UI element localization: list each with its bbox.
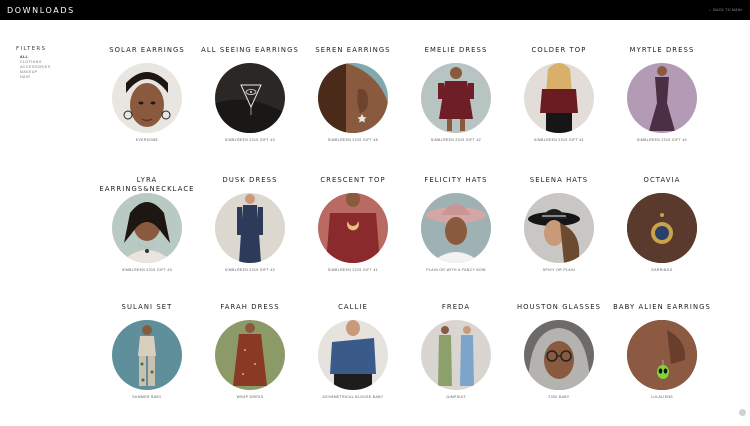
- card-title[interactable]: SELENA HATS: [507, 176, 611, 193]
- download-card-dusk-dress[interactable]: DUSK DRESS SIMBLREEN 2019 GIFT #2: [198, 176, 302, 273]
- download-card-farah-dress[interactable]: FARAH DRESS WRAP DRESS: [198, 303, 302, 400]
- card-thumbnail[interactable]: [524, 320, 594, 390]
- card-subtitle: SIMBLREEN 2019 GIFT #2: [224, 268, 276, 272]
- card-thumbnail[interactable]: [627, 320, 697, 390]
- card-title[interactable]: ALL SEEING EARRINGS: [198, 46, 302, 63]
- download-card-octavia[interactable]: OCTAVIA EARRINGS: [610, 176, 714, 273]
- download-card-crescent-top[interactable]: CRESCENT TOP SIMBLREEN 2019 GIFT #1: [301, 176, 405, 273]
- download-card-houston-glasses[interactable]: HOUSTON GLASSES 2000 BABY: [507, 303, 611, 400]
- card-thumbnail[interactable]: [112, 320, 182, 390]
- card-title[interactable]: DUSK DRESS: [198, 176, 302, 193]
- download-card-myrtle-dress[interactable]: MYRTLE DRESS SIMBLREEN 2019 GIFT #4: [610, 46, 714, 143]
- download-card-all-seeing-earrings[interactable]: ALL SEEING EARRINGS SIMBLREEN 2019 GIFT …: [198, 46, 302, 143]
- downloads-grid: SOLAR EARRINGS EVERSOME ALL SEEING EARRIN…: [95, 46, 722, 399]
- card-title[interactable]: MYRTLE DRESS: [610, 46, 714, 63]
- card-thumbnail[interactable]: [421, 193, 491, 263]
- card-subtitle: SIMBLREEN 2019 GIFT #1: [327, 268, 379, 272]
- card-subtitle: SUMMER BABY: [132, 395, 162, 399]
- card-thumbnail[interactable]: [421, 320, 491, 390]
- card-thumbnail[interactable]: [215, 63, 285, 133]
- card-subtitle: SIMBLREEN 2019 GIFT #3: [121, 268, 173, 272]
- card-title[interactable]: FELICITY HATS: [404, 176, 508, 193]
- download-card-freda[interactable]: FREDA JUMPSUIT: [404, 303, 508, 400]
- card-title[interactable]: BABY ALIEN EARRINGS: [610, 303, 714, 320]
- download-card-callie[interactable]: CALLIE ASYMMETRICAL BLOUSE BABY: [301, 303, 405, 400]
- card-title[interactable]: CRESCENT TOP: [301, 176, 405, 193]
- card-thumbnail[interactable]: [421, 63, 491, 133]
- card-subtitle: JUMPSUIT: [445, 395, 467, 399]
- card-title[interactable]: FARAH DRESS: [198, 303, 302, 320]
- download-card-sulani-set[interactable]: SULANI SET SUMMER BABY: [95, 303, 199, 400]
- card-subtitle: EARRINGS: [651, 268, 673, 272]
- download-card-emelie-dress[interactable]: EMELIE DRESS SIMBLREEN 2019 GIFT #2: [404, 46, 508, 143]
- site-title[interactable]: DOWNLOADS: [7, 6, 75, 15]
- filters-panel: FILTERS ALL CLOTHING ACCESSORIES MAKEUP HAIR: [16, 46, 86, 80]
- top-bar: DOWNLOADS ← BACK TO MAIN: [0, 0, 750, 20]
- back-to-main-link[interactable]: ← BACK TO MAIN: [708, 8, 742, 12]
- card-subtitle: PLAIN OR WITH A FANCY BOW: [426, 268, 486, 272]
- card-title[interactable]: SULANI SET: [95, 303, 199, 320]
- card-subtitle: SIMBLREEN 2019 GIFT #1: [533, 138, 585, 142]
- card-title[interactable]: FREDA: [404, 303, 508, 320]
- card-subtitle: SIMBLREEN 2019 GIFT #4: [636, 138, 688, 142]
- card-thumbnail[interactable]: [215, 320, 285, 390]
- card-subtitle: WRAP DRESS: [236, 395, 264, 399]
- card-title[interactable]: HOUSTON GLASSES: [507, 303, 611, 320]
- chat-icon[interactable]: [739, 409, 746, 416]
- card-thumbnail[interactable]: [318, 193, 388, 263]
- download-card-solar-earrings[interactable]: SOLAR EARRINGS EVERSOME: [95, 46, 199, 143]
- card-subtitle: SPIKY OR PLAIN: [542, 268, 576, 272]
- filters-title: FILTERS: [16, 46, 47, 52]
- card-subtitle: ASYMMETRICAL BLOUSE BABY: [322, 395, 384, 399]
- card-thumbnail[interactable]: [524, 63, 594, 133]
- card-title[interactable]: LYRA EARRINGS&NECKLACE: [95, 176, 199, 193]
- download-card-selena-hats[interactable]: SELENA HATS SPIKY OR PLAIN: [507, 176, 611, 273]
- download-card-felicity-hats[interactable]: FELICITY HATS PLAIN OR WITH A FANCY BOW: [404, 176, 508, 273]
- download-card-lyra-earrings-necklace[interactable]: LYRA EARRINGS&NECKLACE SIMBLREEN 2019 GI…: [95, 176, 199, 273]
- card-thumbnail[interactable]: [524, 193, 594, 263]
- card-title[interactable]: SOLAR EARRINGS: [95, 46, 199, 63]
- card-title[interactable]: CALLIE: [301, 303, 405, 320]
- download-card-baby-alien-earrings[interactable]: BABY ALIEN EARRINGS LULALIENS: [610, 303, 714, 400]
- card-thumbnail[interactable]: [318, 320, 388, 390]
- card-thumbnail[interactable]: [112, 63, 182, 133]
- card-thumbnail[interactable]: [627, 63, 697, 133]
- card-thumbnail[interactable]: [112, 193, 182, 263]
- card-thumbnail[interactable]: [215, 193, 285, 263]
- download-card-colder-top[interactable]: COLDER TOP SIMBLREEN 2019 GIFT #1: [507, 46, 611, 143]
- card-title[interactable]: EMELIE DRESS: [404, 46, 508, 63]
- card-title[interactable]: COLDER TOP: [507, 46, 611, 63]
- card-title[interactable]: OCTAVIA: [610, 176, 714, 193]
- card-subtitle: EVERSOME: [135, 138, 159, 142]
- card-thumbnail[interactable]: [627, 193, 697, 263]
- download-card-seren-earrings[interactable]: SEREN EARRINGS SIMBLREEN 2019 GIFT #5: [301, 46, 405, 143]
- card-subtitle: LULALIENS: [651, 395, 673, 399]
- card-subtitle: SIMBLREEN 2019 GIFT #2: [430, 138, 482, 142]
- filter-item-hair[interactable]: HAIR: [16, 75, 86, 80]
- card-subtitle: SIMBLREEN 2019 GIFT #5: [327, 138, 379, 142]
- card-thumbnail[interactable]: [318, 63, 388, 133]
- filter-list: ALL CLOTHING ACCESSORIES MAKEUP HAIR: [16, 55, 86, 80]
- card-subtitle: 2000 BABY: [548, 395, 570, 399]
- card-title[interactable]: SEREN EARRINGS: [301, 46, 405, 63]
- card-subtitle: SIMBLREEN 2019 GIFT #3: [224, 138, 276, 142]
